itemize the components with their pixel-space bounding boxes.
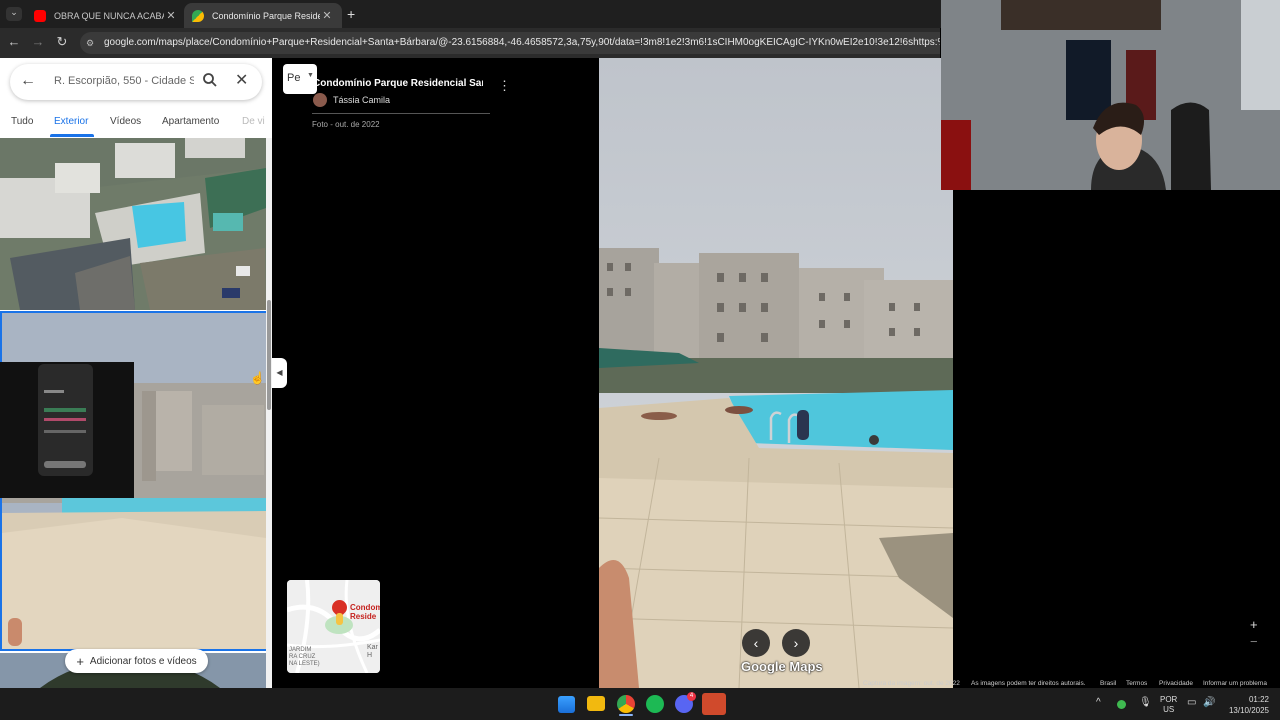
google-maps-logo: Google Maps — [741, 659, 823, 674]
active-tab-indicator — [50, 134, 94, 137]
tab-apartment[interactable]: Apartamento — [162, 116, 219, 127]
close-icon[interactable]: ✕ — [235, 70, 248, 90]
map-footer: Captura da imagem: out. de 2022 As image… — [860, 678, 1280, 688]
chevron-right-icon: › — [793, 635, 799, 651]
file-explorer-icon[interactable] — [587, 696, 605, 711]
search-icon[interactable] — [202, 72, 218, 92]
dropdown-label: Pe — [287, 72, 301, 84]
forward-icon[interactable]: → — [29, 33, 47, 51]
back-icon[interactable]: ← — [5, 33, 23, 51]
clock[interactable]: 01:22 13/10/2025 — [1225, 694, 1269, 716]
microphone-icon[interactable]: 🎙 — [1139, 697, 1152, 708]
zoom-in-button[interactable]: + — [1250, 617, 1258, 632]
chevron-left-icon: ‹ — [753, 635, 759, 651]
previous-photo-button[interactable]: ‹ — [742, 629, 770, 657]
search-input[interactable]: R. Escorpião, 550 - Cidade Sa — [54, 75, 194, 87]
phone-preview-overlay — [0, 362, 134, 498]
map-district-label: JARDIM RA CRUZ NA LESTE) — [289, 647, 320, 667]
new-tab-button[interactable]: + — [347, 6, 355, 22]
more-options-icon[interactable]: ⋮ — [498, 78, 511, 94]
divider — [312, 113, 490, 114]
footer-terms-link[interactable]: Termos — [1126, 680, 1147, 687]
back-arrow-icon[interactable]: ← — [20, 72, 36, 90]
chevron-up-icon[interactable]: ^ — [1096, 697, 1101, 708]
photo-author[interactable]: Tássia Camila — [333, 95, 390, 105]
photo-date: Foto - out. de 2022 — [312, 120, 380, 129]
tab-street-view[interactable]: De vi — [242, 116, 266, 127]
photo-thumbnail-aerial[interactable] — [0, 138, 266, 310]
map-place-label: Condom Reside — [350, 603, 380, 621]
youtube-icon — [34, 9, 46, 22]
url-text: google.com/maps/place/Condomínio+Parque+… — [104, 37, 940, 48]
active-app-indicator — [619, 714, 633, 716]
footer-report-link[interactable]: Informar um problema — [1203, 680, 1267, 687]
mini-map[interactable]: Condom Reside JARDIM RA CRUZ NA LESTE) K… — [287, 580, 380, 673]
photo-category-dropdown[interactable]: Pe ▼ — [283, 64, 317, 94]
address-bar[interactable]: ⚙ google.com/maps/place/Condomínio+Parqu… — [80, 32, 940, 54]
avatar[interactable] — [313, 93, 327, 107]
next-photo-button[interactable]: › — [782, 629, 810, 657]
search-box[interactable]: ← R. Escorpião, 550 - Cidade Sa ✕ — [10, 64, 262, 100]
footer-privacy-link[interactable]: Privacidade — [1159, 680, 1193, 687]
network-icon[interactable]: ▭ — [1187, 697, 1196, 708]
chrome-icon[interactable] — [617, 695, 635, 713]
zoom-out-button[interactable]: − — [1250, 634, 1258, 649]
windows-start-icon[interactable] — [558, 696, 575, 713]
map-corner-label: Kar H — [367, 644, 378, 659]
close-tab-icon[interactable]: ✕ — [164, 9, 178, 22]
app-a-icon[interactable] — [702, 693, 726, 715]
place-title[interactable]: Condomínio Parque Residencial San... — [313, 78, 483, 89]
close-tab-icon[interactable]: ✕ — [320, 9, 334, 22]
taskbar — [0, 688, 1280, 720]
tab-videos[interactable]: Vídeos — [110, 116, 141, 127]
pegman-icon — [336, 613, 343, 625]
add-photos-label: Adicionar fotos e vídeos — [89, 655, 197, 667]
site-info-icon[interactable]: ⚙ — [86, 32, 94, 54]
collapse-panel-button[interactable]: ◀ — [272, 358, 287, 388]
tab-search-button[interactable]: ⌄ — [6, 7, 22, 21]
tab-google-maps[interactable]: Condomínio Parque Residencial ✕ — [184, 3, 342, 28]
tab-title: OBRA QUE NUNCA ACABA - Yo — [54, 10, 164, 21]
chevron-left-icon: ◀ — [276, 368, 283, 377]
status-dot-icon — [1117, 700, 1126, 709]
phone-screen — [38, 364, 93, 476]
tab-exterior[interactable]: Exterior — [54, 116, 88, 127]
footer-country-link[interactable]: Brasil — [1100, 680, 1116, 687]
tab-youtube[interactable]: OBRA QUE NUNCA ACABA - Yo ✕ — [26, 3, 186, 28]
webcam-overlay — [941, 0, 1280, 190]
google-maps-icon — [192, 9, 204, 22]
photos-scrollbar[interactable] — [266, 138, 272, 688]
add-photos-button[interactable]: + Adicionar fotos e vídeos — [65, 649, 208, 673]
language-indicator[interactable]: POR US — [1160, 695, 1177, 715]
photos-scrollbar-thumb[interactable] — [267, 300, 271, 410]
capture-date: Captura da imagem: out. de 2022 — [863, 680, 960, 687]
main-photo-viewer[interactable] — [599, 58, 953, 688]
plus-icon: + — [76, 653, 84, 669]
mouse-cursor-icon: ☝ — [250, 371, 265, 385]
notification-badge: 4 — [687, 692, 696, 701]
copyright-notice: As imagens podem ter direitos autorais. — [971, 680, 1086, 687]
tab-title: Condomínio Parque Residencial — [212, 10, 320, 21]
spotify-icon[interactable] — [646, 695, 664, 713]
volume-icon[interactable]: 🔊 — [1203, 697, 1215, 708]
tab-all[interactable]: Tudo — [11, 116, 33, 127]
reload-icon[interactable]: ↻ — [53, 33, 71, 51]
